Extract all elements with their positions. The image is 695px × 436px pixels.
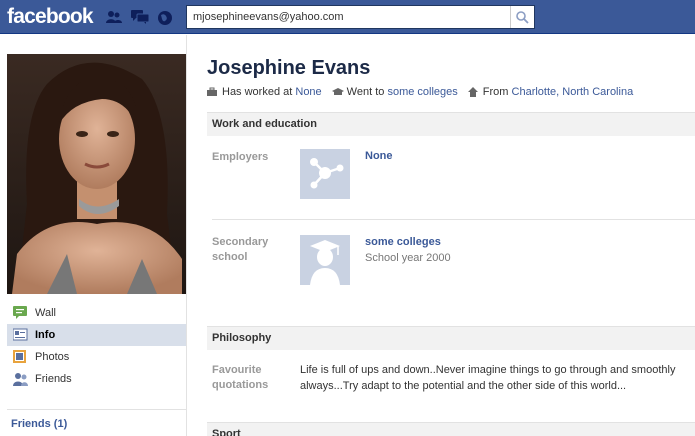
search-button[interactable] xyxy=(510,6,534,28)
nav-item-label: Info xyxy=(35,329,56,341)
section-header-sport: Sport xyxy=(207,422,695,436)
home-icon xyxy=(467,87,478,97)
messages-icon[interactable] xyxy=(131,10,150,24)
worked-link[interactable]: None xyxy=(295,86,321,98)
section-header-work: Work and education xyxy=(207,112,695,136)
intro-line: Has worked at None Went to some colleges… xyxy=(207,86,633,98)
graduate-icon xyxy=(310,240,340,285)
went-prefix: Went to xyxy=(346,86,385,98)
school-thumbnail[interactable] xyxy=(300,235,350,285)
employer-thumbnail[interactable] xyxy=(300,149,350,199)
nav-item-label: Photos xyxy=(35,351,70,363)
divider xyxy=(212,219,695,220)
nav-item-wall[interactable]: Wall xyxy=(7,302,186,324)
school-icon xyxy=(331,87,344,97)
left-column: Wall Info Photos Friends Friends (1) xyxy=(0,35,187,436)
profile-name[interactable]: Josephine Evans xyxy=(207,57,370,80)
nav-item-photos[interactable]: Photos xyxy=(7,346,186,368)
search-input[interactable] xyxy=(187,6,509,28)
profile-nav: Wall Info Photos Friends xyxy=(7,302,186,390)
notifications-icon[interactable] xyxy=(157,10,173,25)
employers-label: Employers xyxy=(212,151,269,163)
nav-item-label: Wall xyxy=(35,307,56,319)
facebook-logo[interactable]: facebook xyxy=(7,5,94,29)
went-link[interactable]: some colleges xyxy=(387,86,457,98)
worked-prefix: Has worked at xyxy=(222,86,293,98)
friends-icon xyxy=(13,372,28,386)
section-header-philosophy: Philosophy xyxy=(207,326,695,350)
nav-item-info[interactable]: Info xyxy=(7,324,186,346)
employer-icon xyxy=(310,158,344,189)
friend-requests-icon[interactable] xyxy=(106,10,122,24)
from-prefix: From xyxy=(482,86,509,98)
employer-name-link[interactable]: None xyxy=(365,150,393,162)
profile-photo[interactable] xyxy=(7,54,186,294)
briefcase-icon xyxy=(207,87,217,97)
search-icon xyxy=(516,11,529,24)
friends-count-link[interactable]: Friends (1) xyxy=(11,418,67,430)
nav-item-label: Friends xyxy=(35,373,72,385)
info-icon xyxy=(12,328,28,342)
favourite-quotations-label: Favourite quotations xyxy=(212,364,269,391)
from-link[interactable]: Charlotte, North Carolina xyxy=(512,86,634,98)
divider xyxy=(7,409,186,410)
nav-item-friends[interactable]: Friends xyxy=(7,368,186,390)
secondary-school-label: Secondary school xyxy=(212,236,269,263)
school-year: School year 2000 xyxy=(365,252,451,264)
photos-icon xyxy=(13,350,28,364)
school-name-link[interactable]: some colleges xyxy=(365,236,441,248)
wall-icon xyxy=(13,306,28,320)
top-bar: facebook xyxy=(0,0,695,34)
favourite-quotation-text: Life is full of ups and down..Never imag… xyxy=(300,364,676,392)
search-box xyxy=(186,5,535,29)
